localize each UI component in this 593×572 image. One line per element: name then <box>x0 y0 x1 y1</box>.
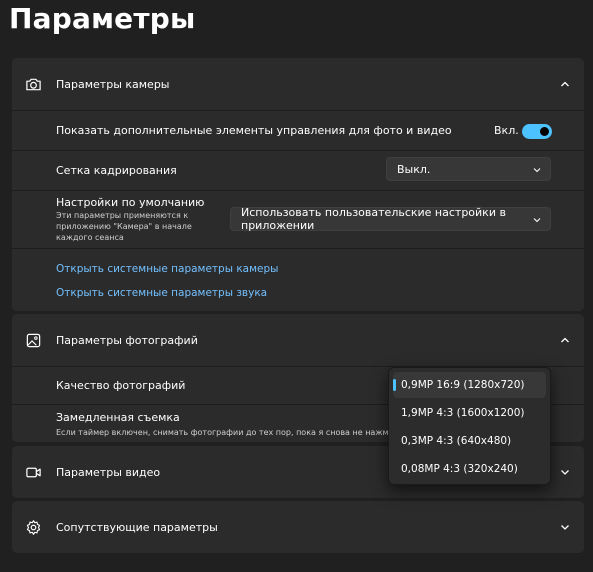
camera-settings-title: Параметры камеры <box>56 77 170 91</box>
defaults-description-line3: каждого сеанса <box>56 233 124 242</box>
defaults-value: Использовать пользовательские настройки … <box>241 206 506 232</box>
quality-option-label: 0,08MP 4:3 (320x240) <box>401 463 518 475</box>
chevron-down-icon <box>533 168 541 173</box>
chevron-down-icon[interactable] <box>560 522 570 532</box>
related-settings-title: Сопутствующие параметры <box>56 520 218 534</box>
framing-grid-select[interactable]: Выкл. <box>386 157 551 181</box>
quality-option-label: 0,3MP 4:3 (640x480) <box>401 435 512 447</box>
timelapse-label: Замедленная съемка <box>56 411 180 424</box>
video-camera-icon <box>26 467 41 477</box>
image-icon <box>26 333 41 347</box>
camera-settings-header[interactable]: Параметры камеры <box>12 58 584 110</box>
photo-quality-dropdown: 0,9MP 16:9 (1280x720) 1,9MP 4:3 (1600x12… <box>388 367 551 485</box>
quality-option[interactable]: 0,9MP 16:9 (1280x720) <box>393 372 546 398</box>
page-title: Параметры <box>9 2 196 35</box>
quality-option[interactable]: 0,08MP 4:3 (320x240) <box>393 456 546 482</box>
toggle-knob <box>540 127 549 136</box>
extended-controls-row: Показать дополнительные элементы управле… <box>12 110 584 150</box>
quality-option-label: 0,9MP 16:9 (1280x720) <box>401 379 525 391</box>
quality-option[interactable]: 0,3MP 4:3 (640x480) <box>393 428 546 454</box>
photo-settings-title: Параметры фотографий <box>56 333 198 347</box>
selected-indicator <box>393 379 396 391</box>
extended-controls-label: Показать дополнительные элементы управле… <box>56 124 452 137</box>
chevron-up-icon[interactable] <box>560 335 570 345</box>
defaults-select[interactable]: Использовать пользовательские настройки … <box>230 206 551 232</box>
framing-grid-row: Сетка кадрирования Выкл. <box>12 150 584 190</box>
extended-controls-toggle[interactable] <box>522 124 552 139</box>
defaults-description-line1: Эти параметры применяются к <box>56 211 189 220</box>
open-camera-settings-link[interactable]: Открыть системные параметры камеры <box>56 263 278 275</box>
extended-controls-state: Вкл. <box>494 124 519 137</box>
chevron-down-icon[interactable] <box>560 467 570 477</box>
quality-option-label: 1,9MP 4:3 (1600x1200) <box>401 407 525 419</box>
open-sound-settings-link[interactable]: Открыть системные параметры звука <box>56 287 267 299</box>
timelapse-description: Если таймер включен, снимать фотографии … <box>56 428 401 437</box>
framing-grid-value: Выкл. <box>397 162 431 176</box>
defaults-description-line2: приложению "Камера" в начале <box>56 222 192 231</box>
links-row: Открыть системные параметры камеры Откры… <box>12 248 584 311</box>
video-settings-title: Параметры видео <box>56 465 161 479</box>
defaults-label: Настройки по умолчанию <box>56 196 205 209</box>
photo-quality-label: Качество фотографий <box>56 379 186 392</box>
related-settings-header[interactable]: Сопутствующие параметры <box>12 501 584 553</box>
chevron-down-icon <box>533 218 541 223</box>
chevron-up-icon[interactable] <box>560 79 570 89</box>
framing-grid-label: Сетка кадрирования <box>56 164 177 177</box>
camera-settings-section: Параметры камеры Показать дополнительные… <box>12 58 584 311</box>
defaults-row: Настройки по умолчанию Эти параметры при… <box>12 190 584 248</box>
gear-icon <box>26 519 41 535</box>
related-settings-section[interactable]: Сопутствующие параметры <box>12 501 584 553</box>
camera-icon <box>26 78 41 90</box>
quality-option[interactable]: 1,9MP 4:3 (1600x1200) <box>393 400 546 426</box>
photo-settings-header[interactable]: Параметры фотографий <box>12 314 584 366</box>
